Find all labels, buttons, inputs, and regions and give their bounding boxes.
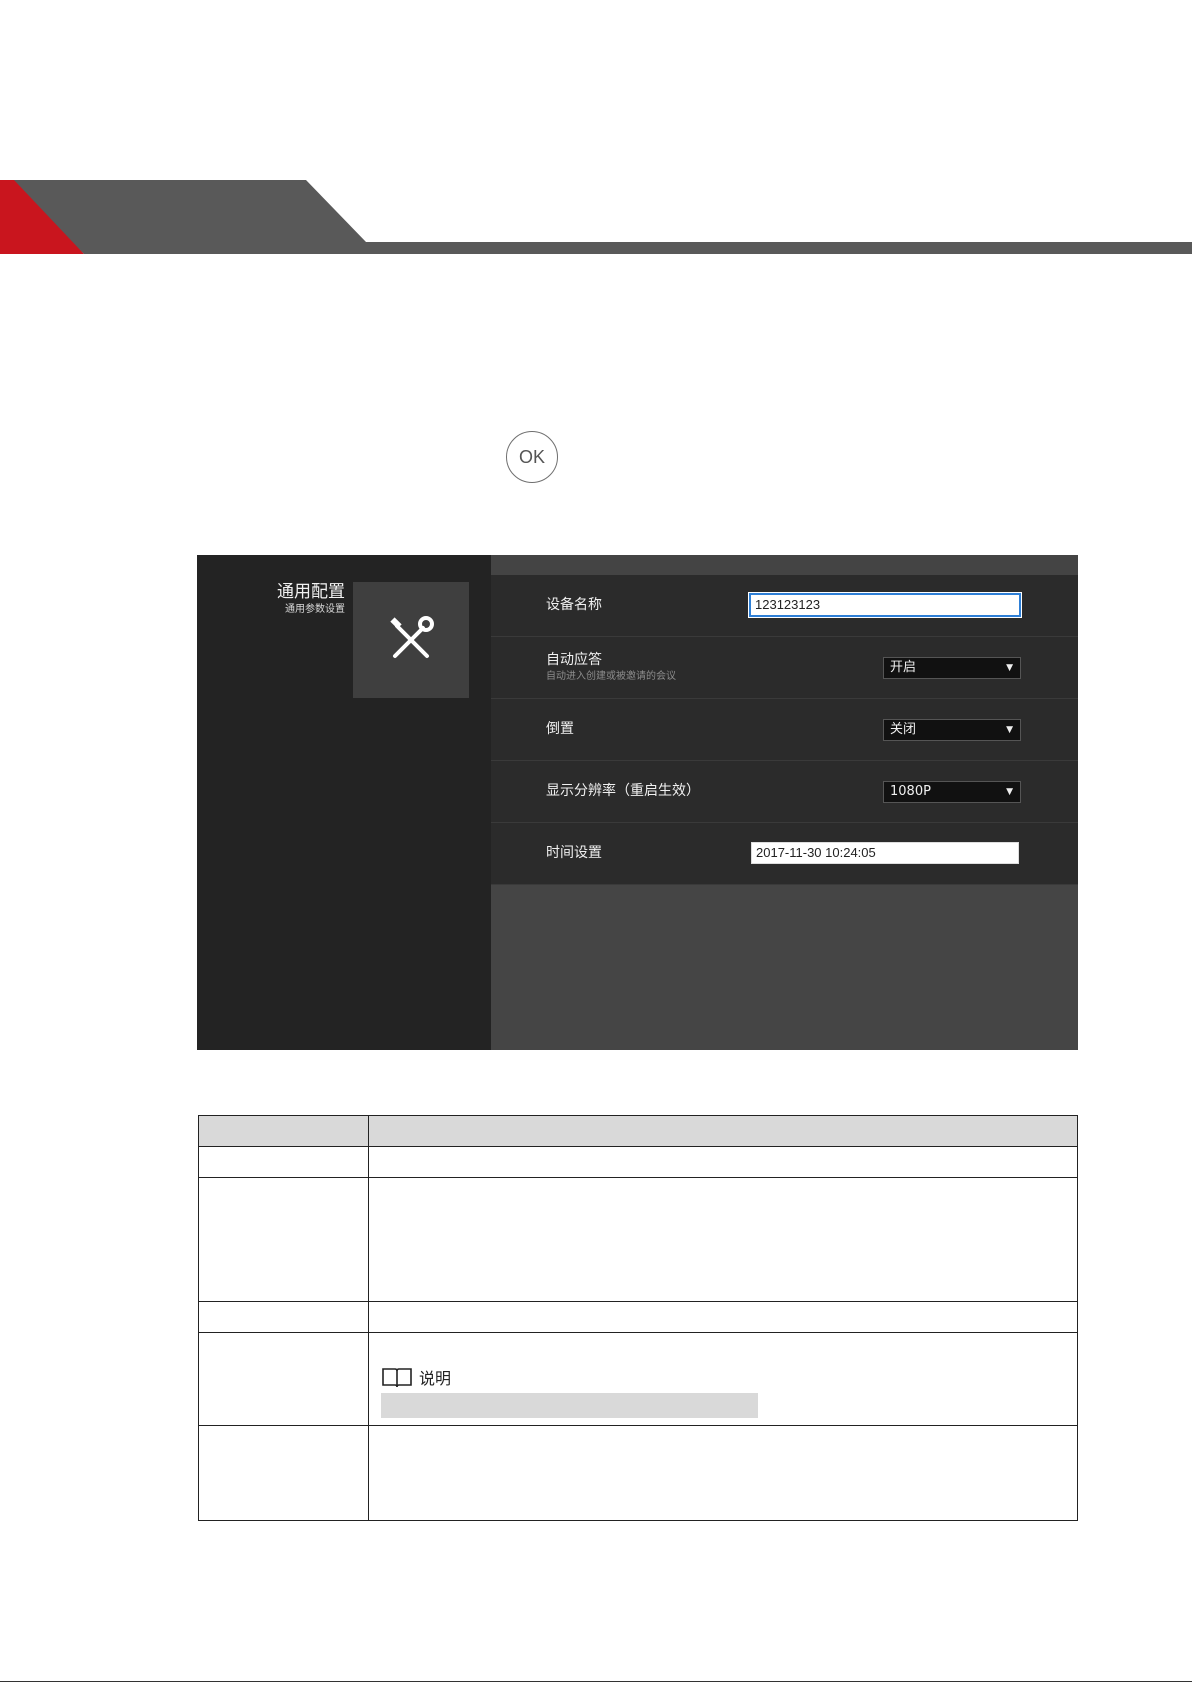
table-header-row — [198, 1115, 1078, 1147]
dropdown-caret-icon: ▼ — [1006, 725, 1013, 735]
setting-row-device-name: 设备名称 123123123 — [491, 575, 1078, 637]
table-row — [198, 1146, 1078, 1178]
auto-answer-select[interactable]: 开启 ▼ — [883, 657, 1021, 679]
table-row — [198, 1425, 1078, 1521]
general-config-screen: 通用配置 通用参数设置 设备名称 123123123 自动应答 自动进入创建或被… — [197, 555, 1078, 1050]
sidebar-title: 通用配置 — [277, 582, 345, 602]
ok-button-icon: OK — [506, 431, 558, 483]
footer-rule — [0, 1681, 1192, 1682]
setting-label: 设备名称 — [546, 597, 602, 613]
device-name-input[interactable]: 123123123 — [748, 592, 1022, 618]
sidebar: 通用配置 通用参数设置 — [197, 555, 491, 1050]
sidebar-subtitle: 通用参数设置 — [285, 604, 345, 615]
resolution-select[interactable]: 1080P ▼ — [883, 781, 1021, 803]
setting-row-auto-answer: 自动应答 自动进入创建或被邀请的会议 开启 ▼ — [491, 637, 1078, 699]
setting-row-resolution: 显示分辨率（重启生效） 1080P ▼ — [491, 761, 1078, 823]
note-text-placeholder — [381, 1393, 758, 1418]
book-icon — [382, 1368, 412, 1388]
select-value: 1080P — [890, 784, 931, 799]
select-value: 关闭 — [890, 722, 917, 737]
setting-sublabel: 自动进入创建或被邀请的会议 — [546, 671, 676, 682]
tools-icon — [390, 616, 434, 658]
settings-panel: 设备名称 123123123 自动应答 自动进入创建或被邀请的会议 开启 ▼ 倒… — [491, 555, 1078, 1050]
chapter-header-band — [0, 180, 1192, 254]
setting-label: 时间设置 — [546, 845, 602, 861]
invert-select[interactable]: 关闭 ▼ — [883, 719, 1021, 741]
setting-label: 自动应答 — [546, 652, 602, 668]
time-input[interactable]: 2017-11-30 10:24:05 — [751, 842, 1019, 864]
setting-label: 倒置 — [546, 721, 574, 737]
setting-label: 显示分辨率（重启生效） — [546, 783, 700, 799]
select-value: 开启 — [890, 660, 917, 675]
dropdown-caret-icon: ▼ — [1006, 663, 1013, 673]
note-heading: 说明 — [381, 1365, 1065, 1389]
ok-label: OK — [518, 446, 545, 467]
dropdown-caret-icon: ▼ — [1006, 787, 1013, 797]
parameter-table: 说明 — [198, 1115, 1078, 1521]
setting-row-time: 时间设置 2017-11-30 10:24:05 — [491, 823, 1078, 885]
table-row — [198, 1177, 1078, 1302]
table-row — [198, 1301, 1078, 1333]
setting-row-invert: 倒置 关闭 ▼ — [491, 699, 1078, 761]
table-row: 说明 — [198, 1332, 1078, 1426]
note-label: 说明 — [419, 1369, 452, 1388]
general-config-tile[interactable] — [353, 582, 469, 698]
